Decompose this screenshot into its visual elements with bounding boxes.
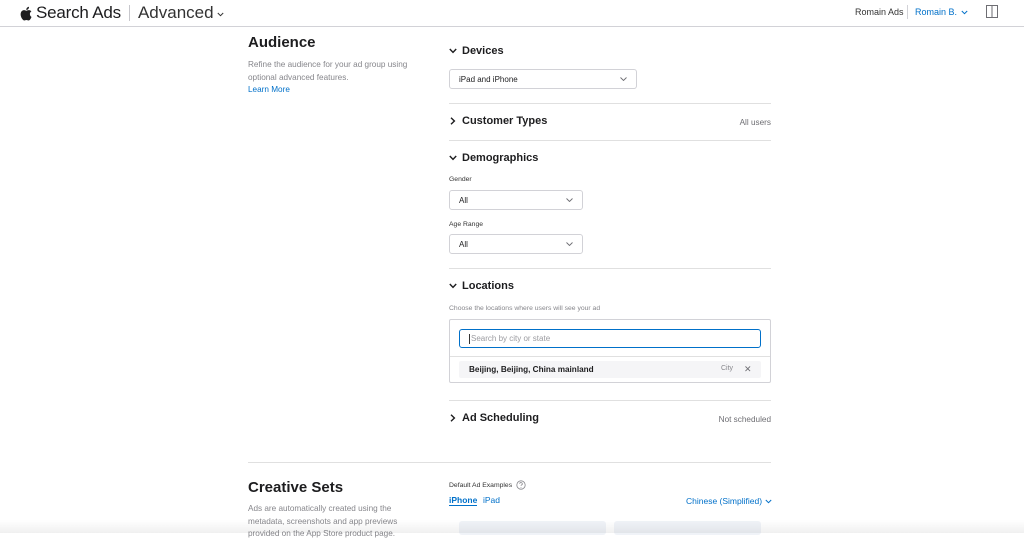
chevron-down-icon[interactable] (217, 12, 224, 17)
divider (450, 356, 770, 357)
brand-separator (128, 5, 130, 21)
chevron-right-icon (450, 117, 456, 125)
apple-logo-icon (20, 6, 32, 20)
creative-sets-title: Creative Sets (248, 479, 344, 496)
audience-description: Refine the audience for your ad group us… (248, 59, 418, 97)
chevron-down-icon (961, 10, 968, 14)
location-name: Beijing, Beijing, China mainland (469, 365, 594, 374)
text-caret (469, 333, 470, 344)
brand[interactable]: Search Ads Advanced (20, 3, 224, 23)
demographics-header[interactable]: Demographics (449, 152, 538, 164)
chevron-down-icon (765, 499, 772, 503)
locations-header[interactable]: Locations (449, 280, 514, 292)
tab-iphone[interactable]: iPhone (449, 495, 478, 506)
mode-switcher[interactable]: Advanced (138, 3, 214, 23)
chevron-down-icon (449, 155, 457, 161)
divider (449, 268, 771, 269)
location-item: Beijing, Beijing, China mainland City ✕ (459, 361, 761, 378)
ad-scheduling-header[interactable]: Ad Scheduling (449, 412, 539, 424)
ad-scheduling-label: Ad Scheduling (462, 412, 539, 424)
default-ad-examples-label: Default Ad Examples (449, 481, 513, 489)
language-select[interactable]: Chinese (Simplified) (686, 496, 772, 506)
divider (449, 400, 771, 401)
header-separator (907, 5, 908, 19)
customer-types-value: All users (739, 118, 771, 127)
locations-hint: Choose the locations where users will se… (449, 305, 601, 312)
divider (248, 462, 771, 463)
sidebar-toggle-icon[interactable] (986, 5, 998, 18)
gender-label: Gender (449, 176, 472, 183)
devices-value: iPad and iPhone (459, 74, 518, 84)
gender-select[interactable]: All (449, 190, 583, 210)
devices-select[interactable]: iPad and iPhone (449, 69, 637, 89)
location-type: City (721, 365, 734, 372)
user-name: Romain B. (915, 7, 958, 17)
chevron-down-icon (566, 198, 573, 202)
chevron-down-icon (620, 77, 627, 81)
age-range-select[interactable]: All (449, 234, 583, 254)
account-name[interactable]: Romain Ads (855, 7, 904, 17)
locations-label: Locations (462, 280, 514, 292)
divider (449, 140, 771, 141)
audience-description-text: Refine the audience for your ad group us… (248, 60, 408, 82)
language-value: Chinese (Simplified) (686, 496, 763, 506)
ad-scheduling-value: Not scheduled (718, 415, 771, 424)
age-range-value: All (459, 239, 468, 249)
gender-value: All (459, 195, 468, 205)
chevron-right-icon (450, 414, 456, 422)
location-search-input[interactable]: Search by city or state (459, 329, 761, 348)
chevron-down-icon (566, 242, 573, 246)
devices-label: Devices (462, 45, 504, 57)
brand-name: Search Ads (36, 3, 121, 22)
chevron-down-icon (449, 48, 457, 54)
demographics-label: Demographics (462, 152, 539, 164)
location-search-placeholder: Search by city or state (471, 334, 551, 343)
audience-title: Audience (248, 34, 316, 51)
customer-types-label: Customer Types (462, 115, 548, 127)
divider (449, 103, 771, 104)
remove-location-icon[interactable]: ✕ (744, 364, 752, 375)
bottom-fade (0, 520, 1024, 533)
user-menu[interactable]: Romain B. (915, 7, 968, 17)
help-icon[interactable] (516, 480, 526, 490)
default-ad-examples: Default Ad Examples (449, 480, 526, 490)
chevron-down-icon (449, 283, 457, 289)
customer-types-header[interactable]: Customer Types (449, 115, 547, 127)
learn-more-link[interactable]: Learn More (248, 85, 290, 94)
top-bar: Search Ads Advanced Romain Ads Romain B. (0, 0, 1024, 27)
tab-ipad[interactable]: iPad (483, 495, 500, 505)
age-range-label: Age Range (449, 221, 484, 228)
devices-header[interactable]: Devices (449, 45, 504, 57)
